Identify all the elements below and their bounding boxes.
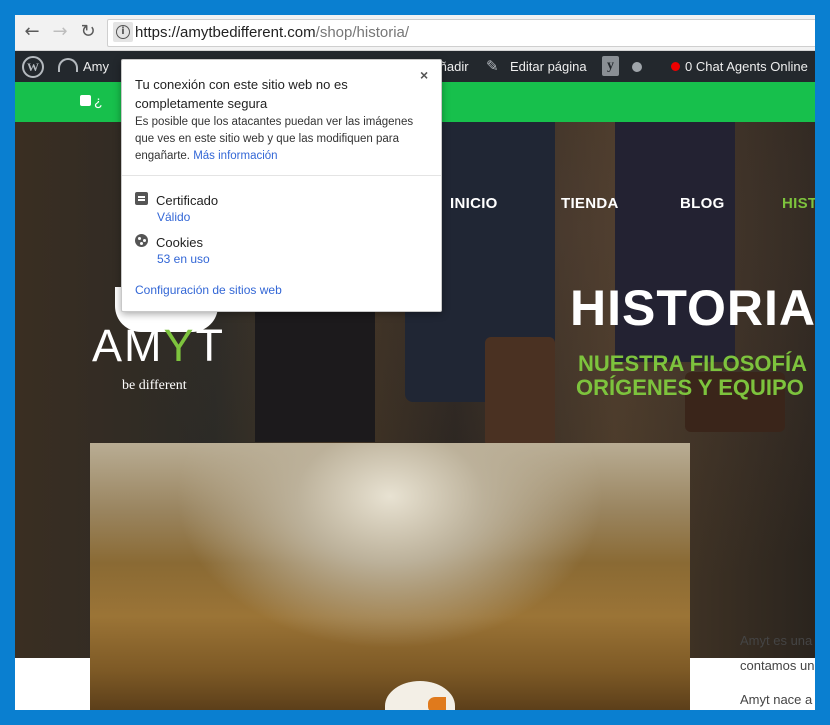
- popup-divider: [122, 175, 441, 176]
- cookies-label: Cookies: [156, 235, 203, 250]
- browser-window: ← → ↻ i https://amytbedifferent.com/shop…: [15, 15, 815, 710]
- hero-subtitle-1: NUESTRA FILOSOFÍA: [578, 351, 807, 376]
- info-icon: i: [116, 25, 130, 39]
- certificate-label: Certificado: [156, 193, 219, 208]
- site-logo[interactable]: AMYT: [92, 320, 225, 372]
- dashboard-icon[interactable]: [58, 58, 78, 72]
- logo-letters: AM: [92, 320, 164, 371]
- body-text-line: Amyt es una: [740, 633, 813, 648]
- site-info-button[interactable]: i: [113, 22, 133, 42]
- hero-subtitle-2: ORÍGENES Y EQUIPO: [576, 375, 804, 400]
- edit-page-link[interactable]: Editar página: [510, 59, 587, 74]
- hero-boot: [485, 337, 555, 447]
- yoast-seo-icon[interactable]: y: [602, 56, 619, 76]
- browser-toolbar: ← → ↻ i https://amytbedifferent.com/shop…: [15, 15, 815, 51]
- url-host: https://amytbedifferent.com: [135, 24, 316, 41]
- url-text[interactable]: https://amytbedifferent.com/shop/histori…: [135, 24, 409, 41]
- reload-icon[interactable]: ↻: [78, 22, 98, 42]
- popup-description: Es posible que los atacantes puedan ver …: [135, 114, 430, 165]
- chat-agents-link[interactable]: 0 Chat Agents Online: [685, 59, 808, 74]
- cookie-icon: [135, 234, 148, 247]
- close-icon[interactable]: ×: [420, 67, 428, 83]
- nav-blog[interactable]: BLOG: [680, 195, 725, 212]
- logo-tagline: be different: [122, 378, 187, 393]
- wordpress-logo-icon[interactable]: W: [22, 56, 44, 78]
- swan-photo: [90, 443, 690, 710]
- logo-letter-t: T: [195, 320, 226, 371]
- url-path: /shop/historia/: [315, 24, 410, 41]
- back-arrow-icon[interactable]: ←: [22, 22, 42, 42]
- edit-pencil-icon: ✎: [486, 58, 499, 75]
- chat-status-dot: [671, 62, 680, 71]
- certificate-status-link[interactable]: Válido: [157, 210, 190, 224]
- site-settings-link[interactable]: Configuración de sitios web: [135, 283, 282, 297]
- seo-status-dot: [632, 62, 642, 72]
- address-bar[interactable]: i https://amytbedifferent.com/shop/histo…: [107, 19, 815, 47]
- nav-historia[interactable]: HIST: [782, 195, 815, 212]
- popup-title: Tu conexión con este sitio web no es com…: [135, 77, 348, 111]
- nav-tienda[interactable]: TIENDA: [561, 195, 619, 212]
- site-name-link[interactable]: Amy: [83, 59, 109, 74]
- forward-arrow-icon[interactable]: →: [50, 22, 70, 42]
- body-text-line: Amyt nace a: [740, 692, 813, 707]
- body-text-line: contamos un: [740, 658, 815, 673]
- contact-text: ¿: [94, 93, 103, 109]
- nav-inicio[interactable]: INICIO: [450, 195, 498, 212]
- whatsapp-icon[interactable]: [80, 95, 91, 106]
- certificate-icon: [135, 192, 148, 205]
- hero-title: HISTORIA: [570, 280, 815, 336]
- swan-beak: [428, 697, 446, 710]
- cookies-count-link[interactable]: 53 en uso: [157, 252, 210, 266]
- logo-letter-y: Y: [163, 320, 196, 371]
- site-info-popup: Tu conexión con este sitio web no es com…: [121, 59, 442, 312]
- learn-more-link[interactable]: Más información: [193, 150, 277, 162]
